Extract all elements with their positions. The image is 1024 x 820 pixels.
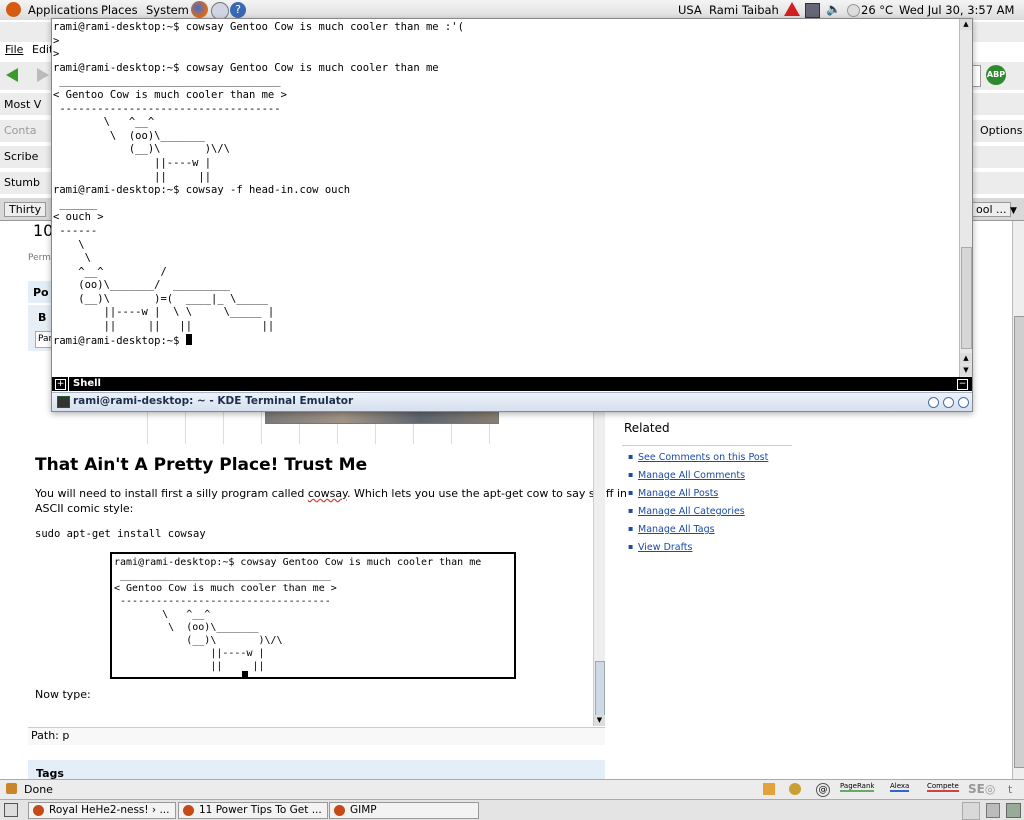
kde-terminal-window: rami@rami-desktop:~$ cowsay Gentoo Cow i… [51, 18, 973, 412]
page-scroll-thumb[interactable] [1014, 316, 1024, 768]
menu-file[interactable]: File [5, 43, 23, 56]
link-manage-posts[interactable]: Manage All Posts [628, 488, 792, 499]
terminal-tab-bar: + Shell − [52, 377, 972, 391]
greasemonkey-icon[interactable] [789, 783, 801, 795]
stumbleupon-button[interactable]: Stumb [4, 176, 40, 189]
menu-system[interactable]: System [146, 3, 189, 17]
editor-scroll-thumb[interactable] [595, 661, 605, 718]
seo-icon[interactable]: SE◎ [968, 782, 995, 796]
editor-path-bar [28, 727, 605, 745]
options-button[interactable]: Options [980, 124, 1022, 137]
related-title: Related [624, 421, 670, 435]
menu-applications[interactable]: Applications [28, 3, 98, 17]
terminal-text: rami@rami-desktop:~$ cowsay Gentoo Cow i… [53, 21, 464, 347]
tray-extra-icon[interactable] [1006, 803, 1021, 818]
scroll-down-icon[interactable]: ▲ [960, 353, 972, 364]
embedded-terminal-screenshot: rami@rami-desktop:~$ cowsay Gentoo Cow i… [110, 552, 516, 679]
forward-arrow-icon[interactable] [37, 68, 49, 82]
gnome-foot-icon[interactable] [6, 2, 21, 17]
embedded-terminal-text: rami@rami-desktop:~$ cowsay Gentoo Cow i… [114, 557, 482, 672]
bookmark-contacts[interactable]: Conta [4, 124, 36, 137]
link-see-comments[interactable]: See Comments on this Post [628, 452, 792, 463]
paragraph-intro-b: . Which lets you use the apt-get cow to … [347, 487, 627, 500]
weather-icon[interactable] [847, 4, 860, 17]
chevron-down-icon[interactable]: ▼ [1010, 206, 1017, 216]
tab-right[interactable]: ool ... [972, 202, 1011, 217]
network-icon[interactable] [805, 3, 820, 18]
post-box-label: Po [33, 286, 49, 299]
terminal-window-title: rami@rami-desktop: ~ - KDE Terminal Emul… [73, 395, 354, 407]
new-tab-icon[interactable]: + [55, 379, 66, 390]
paragraph-intro-a: You will need to install first a silly p… [35, 487, 308, 500]
at-icon[interactable]: @ [816, 783, 830, 797]
link-manage-comments[interactable]: Manage All Comments [628, 470, 792, 481]
tray-firefox-icon[interactable] [962, 802, 980, 820]
page-scrollbar[interactable] [1012, 221, 1024, 779]
terminal-app-icon [57, 396, 70, 408]
terminal-cursor [185, 333, 192, 345]
paragraph-intro: You will need to install first a silly p… [35, 486, 627, 501]
clock[interactable]: Wed Jul 30, 3:57 AM [899, 3, 1014, 17]
terminal-output[interactable]: rami@rami-desktop:~$ cowsay Gentoo Cow i… [53, 21, 958, 376]
taskbar-item-power-tips[interactable]: 11 Power Tips To Get ... [178, 802, 328, 819]
help-launcher-icon[interactable]: ? [230, 2, 246, 18]
bookmark-most-visited[interactable]: Most V [4, 98, 41, 111]
taskbar-item-gimp[interactable]: GIMP [329, 802, 479, 819]
status-text: Done [24, 783, 53, 796]
permalink-label: Perm [28, 253, 51, 263]
editor-path: Path: p [31, 729, 70, 742]
paragraph-intro-c: ASCII comic style: [35, 502, 134, 515]
tray-trash-icon[interactable] [986, 803, 1000, 818]
terminal-titlebar[interactable]: rami@rami-desktop: ~ - KDE Terminal Emul… [52, 392, 972, 411]
screenshot-image [110, 408, 510, 444]
tab-thirty[interactable]: Thirty [4, 202, 47, 217]
install-command: sudo apt-get install cowsay [35, 528, 206, 540]
bold-button[interactable]: B [38, 310, 46, 325]
menu-places[interactable]: Places [101, 3, 138, 17]
terminal-scrollbar[interactable]: ▲ ▲ ▼ [959, 19, 972, 377]
tab-shell[interactable]: Shell [68, 377, 105, 391]
cowsay-link[interactable]: cowsay [308, 487, 347, 500]
status-extra-icon[interactable]: t [1008, 783, 1012, 796]
scroll-up-icon[interactable]: ▲ [960, 19, 972, 30]
show-desktop-icon[interactable] [4, 803, 18, 817]
scroll-down-icon-2[interactable]: ▼ [960, 365, 972, 376]
close-tab-icon[interactable]: − [957, 379, 968, 390]
temperature[interactable]: 26 °C [861, 3, 893, 17]
related-box: Related See Comments on this Post Manage… [622, 408, 792, 560]
firefox-launcher-icon[interactable] [191, 1, 208, 18]
bottom-taskbar: Royal HeHe2-ness! › ... 11 Power Tips To… [0, 799, 1024, 820]
user-name[interactable]: Rami Taibah [709, 3, 779, 17]
keyboard-layout[interactable]: USA [678, 3, 702, 17]
embedded-cursor [242, 671, 248, 677]
back-arrow-icon[interactable] [6, 68, 18, 82]
scribefire-status-icon[interactable] [763, 783, 775, 795]
terminal-close-icon[interactable] [958, 397, 969, 408]
link-view-drafts[interactable]: View Drafts [628, 542, 792, 553]
taskbar-item-royal[interactable]: Royal HeHe2-ness! › ... [28, 802, 176, 819]
abp-icon[interactable]: ABP [986, 65, 1006, 85]
now-type-text: Now type: [35, 688, 91, 701]
terminal-minimize-icon[interactable] [943, 397, 954, 408]
terminal-scroll-thumb[interactable] [961, 247, 972, 349]
link-manage-tags[interactable]: Manage All Tags [628, 524, 792, 535]
related-title-underline [622, 445, 792, 446]
tags-box-header [28, 760, 605, 779]
post-heading: That Ain't A Pretty Place! Trust Me [35, 455, 368, 475]
status-icon [6, 783, 17, 794]
compete-icon[interactable]: Compete [927, 782, 959, 792]
link-manage-categories[interactable]: Manage All Categories [628, 506, 792, 517]
warning-icon[interactable] [784, 2, 800, 16]
terminal-menu-icon[interactable] [928, 397, 939, 408]
alexa-icon[interactable]: Alexa [890, 782, 910, 792]
editor-scroll-down-icon[interactable]: ▼ [594, 715, 605, 726]
volume-icon[interactable]: 🔈 [826, 3, 841, 16]
pagerank-icon[interactable]: PageRank [840, 782, 875, 792]
scribefire-button[interactable]: Scribe [4, 150, 38, 163]
browser-statusbar: Done @ PageRank Alexa Compete SE◎ t [0, 779, 1024, 799]
